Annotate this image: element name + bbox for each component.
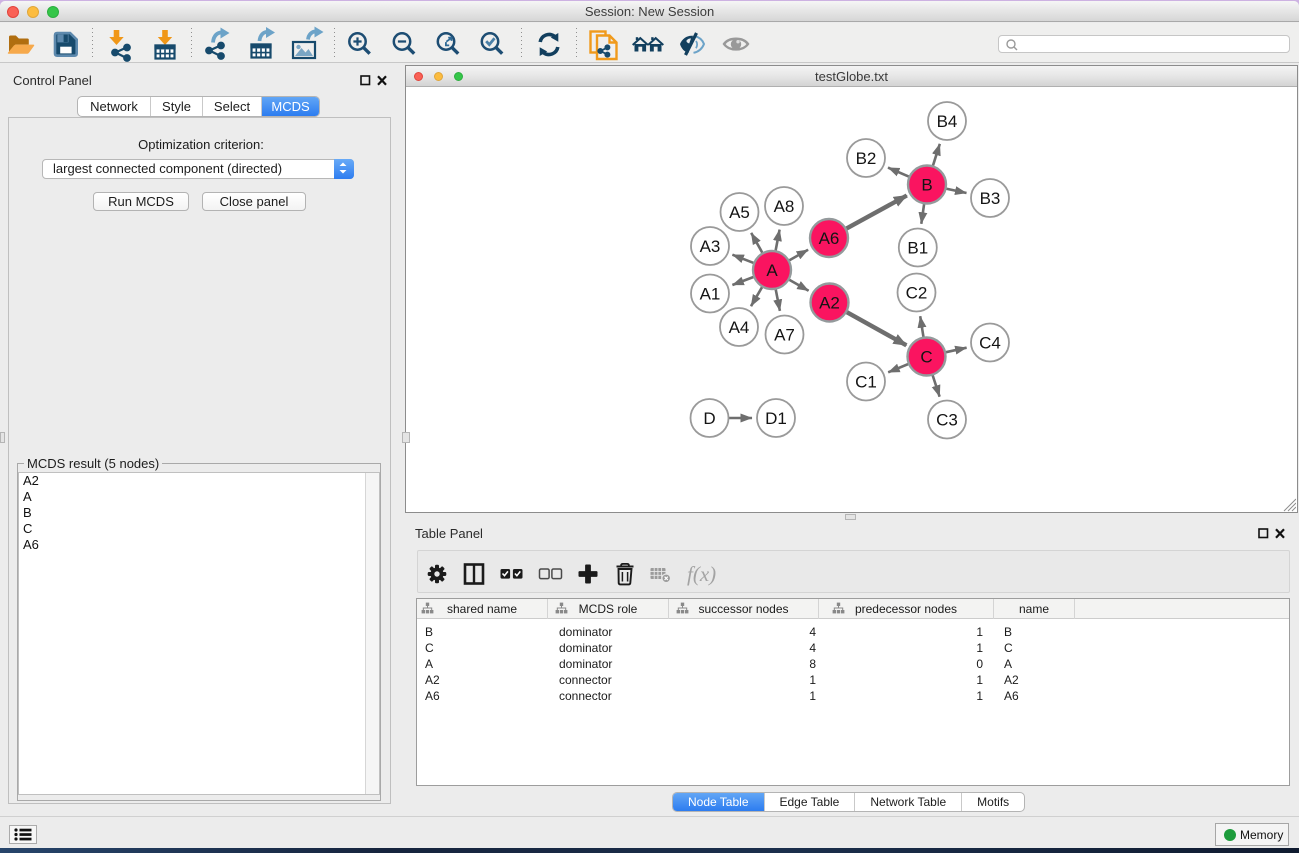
svg-text:A: A	[766, 261, 778, 280]
svg-text:B2: B2	[856, 149, 877, 168]
svg-text:C2: C2	[906, 284, 928, 303]
svg-text:f(x): f(x)	[687, 562, 716, 586]
svg-text:D: D	[703, 409, 715, 428]
svg-text:A7: A7	[774, 326, 795, 345]
svg-text:B: B	[921, 176, 932, 195]
svg-text:A6: A6	[819, 229, 840, 248]
svg-text:A4: A4	[729, 318, 750, 337]
svg-text:B1: B1	[907, 239, 928, 258]
svg-text:B4: B4	[937, 112, 958, 131]
svg-text:A3: A3	[700, 237, 721, 256]
svg-text:C1: C1	[855, 373, 877, 392]
svg-text:D1: D1	[765, 409, 787, 428]
svg-text:C: C	[920, 348, 932, 367]
svg-text:C3: C3	[936, 411, 958, 430]
svg-text:A5: A5	[729, 203, 750, 222]
svg-text:A8: A8	[774, 197, 795, 216]
svg-text:A2: A2	[819, 294, 840, 313]
svg-text:A1: A1	[700, 285, 721, 304]
svg-text:C4: C4	[979, 334, 1001, 353]
svg-text:B3: B3	[980, 189, 1001, 208]
